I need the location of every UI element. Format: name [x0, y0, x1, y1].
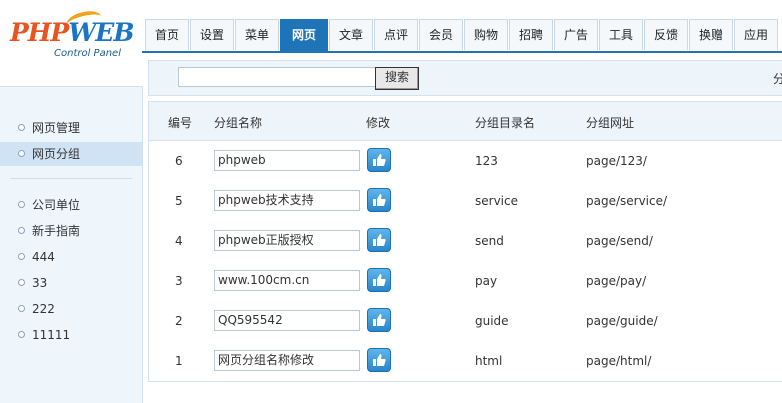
header-edit: 修改 [366, 116, 391, 130]
table-row: 3 pay page/pay/ [149, 261, 782, 301]
thumbs-up-icon [373, 314, 386, 326]
row-number: 4 [175, 234, 183, 248]
sidebar-item-page-management[interactable]: 网页管理 [0, 116, 142, 140]
table-row: 6 123 page/123/ [149, 141, 782, 181]
group-name-input[interactable] [214, 190, 360, 211]
thumbs-up-icon [373, 234, 386, 246]
bullet-icon [18, 150, 25, 157]
table-row: 4 send page/send/ [149, 221, 782, 261]
edit-button[interactable] [367, 148, 391, 172]
tab-home[interactable]: 首页 [145, 19, 189, 50]
directory-name: send [475, 234, 504, 248]
group-name-input[interactable] [214, 270, 360, 291]
page-groups-table: 编号 分组名称 修改 分组目录名 分组网址 6 123 page/123/ 5 … [148, 101, 782, 382]
bullet-icon [18, 227, 25, 234]
table-row: 5 service page/service/ [149, 181, 782, 221]
table-header: 编号 分组名称 修改 分组目录名 分组网址 [149, 102, 782, 141]
directory-name: guide [475, 314, 509, 328]
row-number: 2 [175, 314, 183, 328]
group-url: page/123/ [586, 154, 647, 168]
tab-shopping[interactable]: 购物 [464, 19, 508, 50]
table-row: 2 guide page/guide/ [149, 301, 782, 341]
header-group-name: 分组名称 [214, 116, 263, 130]
sidebar-item-33[interactable]: 33 [0, 271, 142, 295]
header-url: 分组网址 [586, 116, 635, 130]
sidebar-item-guide[interactable]: 新手指南 [0, 219, 142, 243]
edit-button[interactable] [367, 188, 391, 212]
bullet-icon [18, 124, 25, 131]
search-toolbar: 搜索 分 [148, 60, 782, 96]
bullet-icon [18, 253, 25, 260]
sidebar-item-company[interactable]: 公司单位 [0, 193, 142, 217]
group-url: page/guide/ [586, 314, 658, 328]
bullet-icon [18, 331, 25, 338]
logo-subtitle: Control Panel [54, 48, 121, 59]
bullet-icon [18, 201, 25, 208]
tab-ads[interactable]: 广告 [554, 19, 598, 50]
header-directory: 分组目录名 [475, 116, 536, 130]
row-number: 5 [175, 194, 183, 208]
sidebar-item-11111[interactable]: 11111 [0, 323, 142, 347]
top-navigation: 首页 设置 菜单 网页 文章 点评 会员 购物 招聘 广告 工具 反馈 换赠 应… [142, 0, 782, 53]
edit-button[interactable] [367, 228, 391, 252]
tab-apps[interactable]: 应用 [734, 19, 778, 50]
directory-name: service [475, 194, 518, 208]
tab-tools[interactable]: 工具 [599, 19, 643, 50]
thumbs-up-icon [373, 354, 386, 366]
header-number: 编号 [168, 116, 193, 130]
logo-wordmark: PHPWEB [10, 18, 134, 47]
tab-articles[interactable]: 文章 [329, 19, 373, 50]
thumbs-up-icon [373, 194, 386, 206]
tab-feedback[interactable]: 反馈 [644, 19, 688, 50]
tab-reviews[interactable]: 点评 [374, 19, 418, 50]
bullet-icon [18, 279, 25, 286]
group-name-input[interactable] [214, 150, 360, 171]
logo: PHPWEB Control Panel [0, 0, 142, 86]
sidebar-item-page-groups[interactable]: 网页分组 [0, 142, 142, 166]
group-url: page/service/ [586, 194, 668, 208]
edit-button[interactable] [367, 268, 391, 292]
row-number: 3 [175, 274, 183, 288]
tab-menu[interactable]: 菜单 [235, 19, 279, 50]
row-number: 6 [175, 154, 183, 168]
group-url: page/html/ [586, 354, 652, 368]
group-url: page/pay/ [586, 274, 647, 288]
search-input[interactable] [178, 67, 376, 87]
table-row: 1 html page/html/ [149, 341, 782, 381]
truncated-label: 分 [773, 72, 782, 86]
row-number: 1 [175, 354, 183, 368]
thumbs-up-icon [373, 154, 386, 166]
tab-exchange[interactable]: 换赠 [689, 19, 733, 50]
thumbs-up-icon [373, 274, 386, 286]
sidebar-item-222[interactable]: 222 [0, 297, 142, 321]
directory-name: html [475, 354, 503, 368]
edit-button[interactable] [367, 348, 391, 372]
tab-bar: 首页 设置 菜单 网页 文章 点评 会员 购物 招聘 广告 工具 反馈 换赠 应… [142, 19, 782, 53]
search-button[interactable]: 搜索 [375, 67, 419, 90]
group-name-input[interactable] [214, 230, 360, 251]
tab-settings[interactable]: 设置 [190, 19, 234, 50]
sidebar-item-444[interactable]: 444 [0, 245, 142, 269]
tab-pages[interactable]: 网页 [280, 19, 328, 52]
directory-name: pay [475, 274, 498, 288]
edit-button[interactable] [367, 308, 391, 332]
directory-name: 123 [475, 154, 498, 168]
tab-recruitment[interactable]: 招聘 [509, 19, 553, 50]
sidebar: 网页管理 网页分组 公司单位 新手指南 444 33 222 11111 [0, 86, 143, 403]
tab-members[interactable]: 会员 [419, 19, 463, 50]
bullet-icon [18, 305, 25, 312]
group-url: page/send/ [586, 234, 653, 248]
group-name-input[interactable] [214, 350, 360, 371]
group-name-input[interactable] [214, 310, 360, 331]
sidebar-divider [10, 178, 132, 179]
